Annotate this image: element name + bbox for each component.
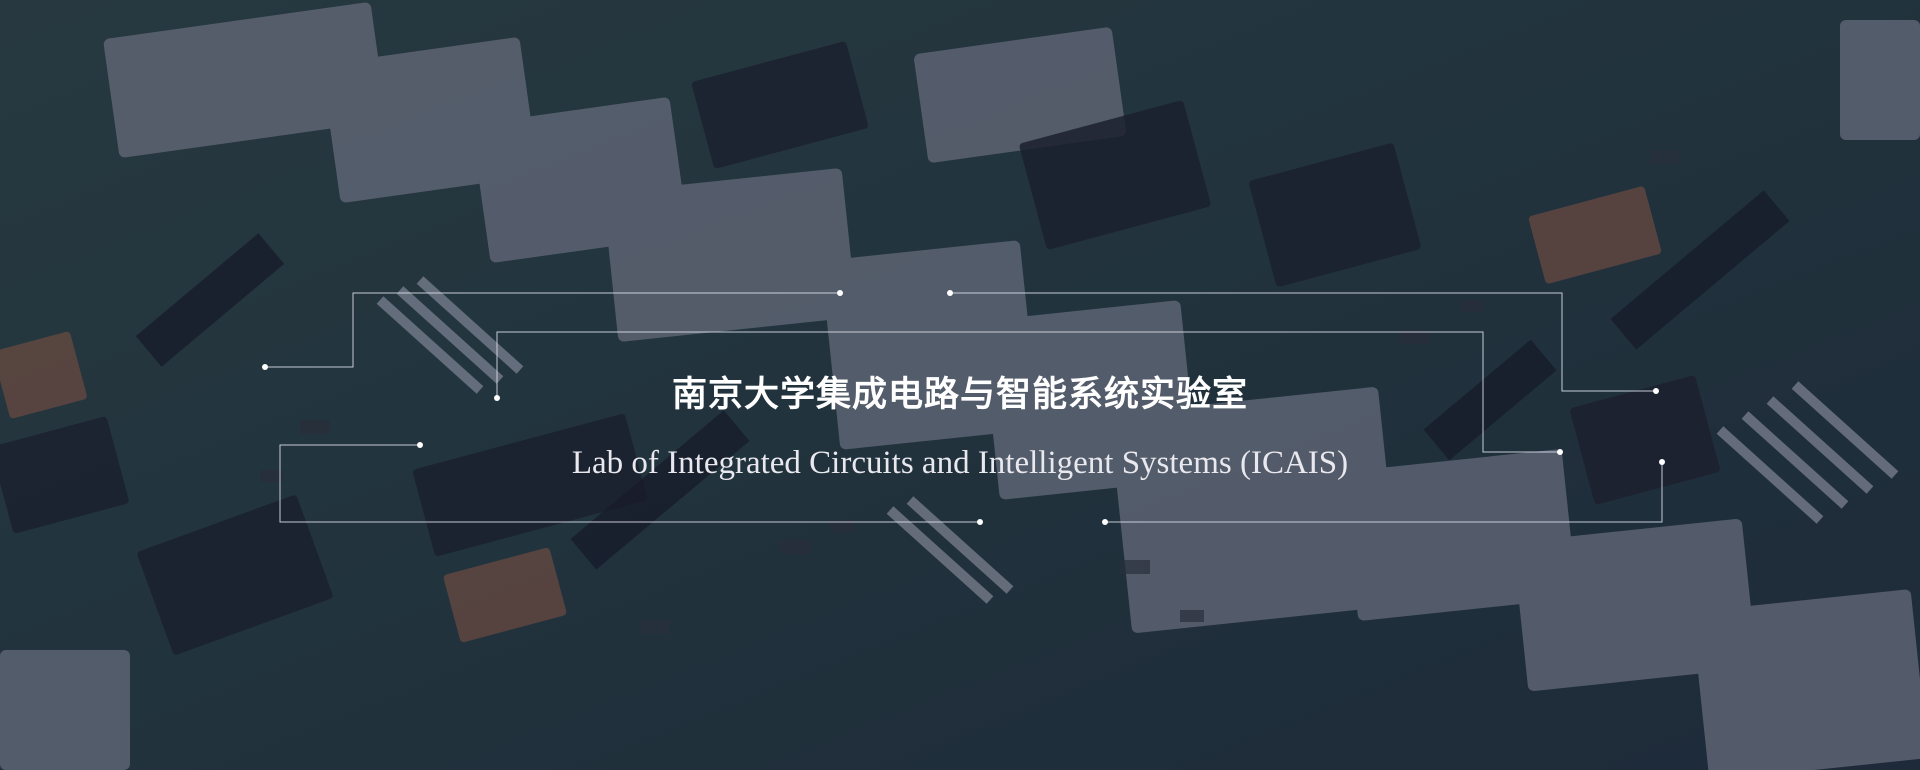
lab-title-chinese: 南京大学集成电路与智能系统实验室 [671,375,1248,415]
lab-title-english: Lab of Integrated Circuits and Intellige… [571,445,1349,481]
hero-banner: 南京大学集成电路与智能系统实验室 Lab of Integrated Circu… [0,0,1920,770]
